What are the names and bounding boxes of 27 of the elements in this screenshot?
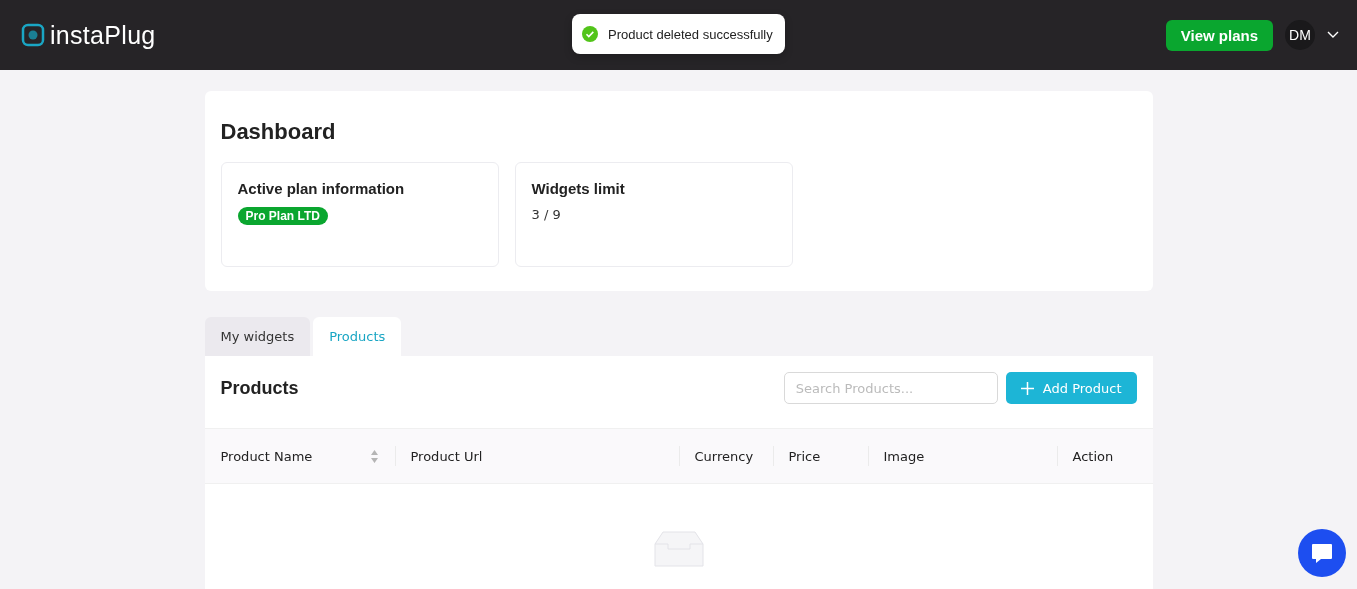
card-title: Active plan information <box>237 180 405 197</box>
chevron-down-icon[interactable] <box>1327 31 1339 39</box>
search-field[interactable]: Search Products... <box>783 372 998 404</box>
column-header: Action <box>1072 448 1114 464</box>
view-plans-button[interactable]: View plans <box>1165 19 1273 51</box>
toast-message: Product deleted successfully <box>608 26 773 42</box>
add-product-button[interactable]: Add Product <box>1005 372 1137 404</box>
tab[interactable]: My widgets <box>204 317 311 356</box>
plus-icon <box>1020 381 1034 395</box>
column-header: Product Url <box>410 448 483 464</box>
chat-button[interactable] <box>1298 529 1346 577</box>
user-avatar[interactable]: DM <box>1285 20 1315 50</box>
plan-badge: Pro Plan LTD <box>237 207 328 225</box>
logo-icon <box>20 22 46 48</box>
dashboard-title: Dashboard <box>220 119 337 145</box>
column-header: Price <box>788 448 821 464</box>
column-header: Image <box>883 448 925 464</box>
success-check-icon <box>582 26 598 42</box>
card-value: 3 / 9 <box>531 207 561 222</box>
card-title: Widgets limit <box>531 180 625 197</box>
products-title: Products <box>220 377 300 399</box>
tab[interactable]: Products <box>313 317 402 356</box>
column-header: Product Name <box>220 448 313 464</box>
empty-inbox-icon <box>653 530 704 570</box>
chat-bubble-icon <box>1310 541 1334 565</box>
logo-text: instaPlug <box>50 20 156 50</box>
column-header: Currency <box>694 448 754 464</box>
